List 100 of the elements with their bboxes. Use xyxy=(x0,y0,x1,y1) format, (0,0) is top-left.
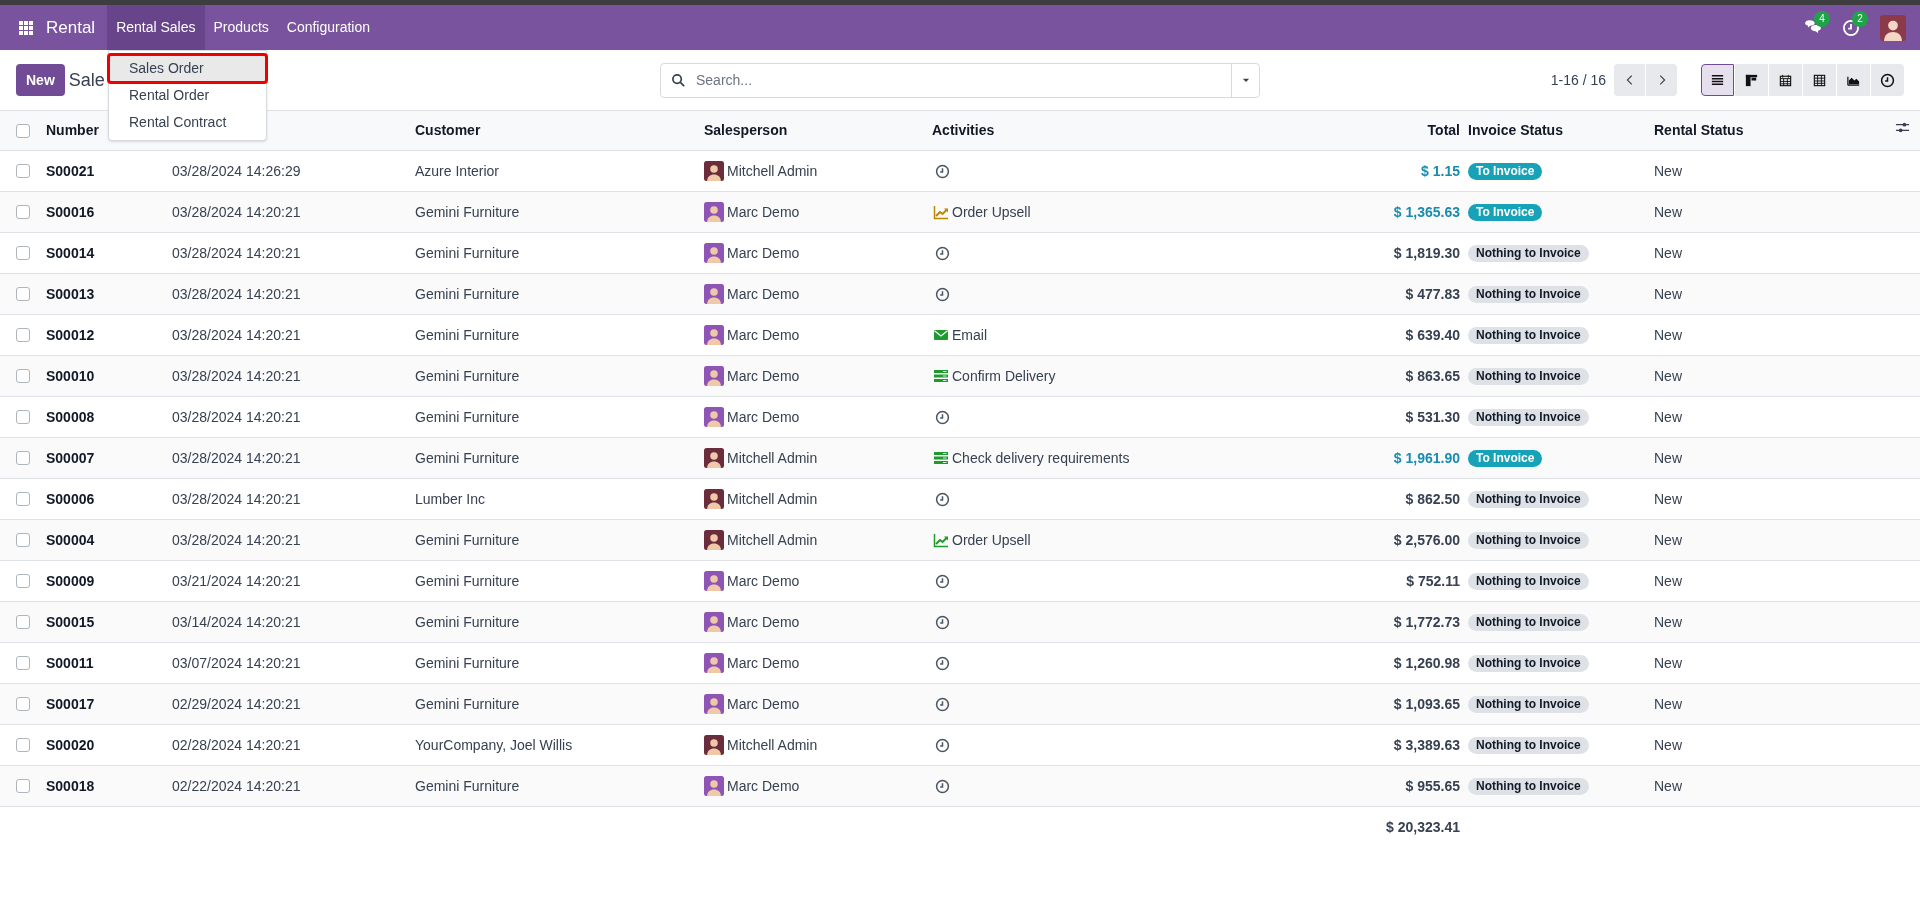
clock-icon[interactable] xyxy=(935,573,950,589)
row-checkbox[interactable] xyxy=(16,656,30,670)
clock-icon[interactable] xyxy=(935,491,950,507)
menu-item[interactable]: Configuration xyxy=(277,5,380,50)
row-checkbox[interactable] xyxy=(16,615,30,629)
activity-label[interactable]: Confirm Delivery xyxy=(952,365,1056,387)
view-switch-button[interactable] xyxy=(1769,64,1802,96)
settings-sliders-icon[interactable] xyxy=(1895,120,1910,135)
column-header[interactable]: Customer xyxy=(415,120,704,141)
user-avatar[interactable] xyxy=(1880,14,1906,41)
table-cell-text: Azure Interior xyxy=(415,161,501,181)
row-checkbox[interactable] xyxy=(16,369,30,383)
clock-icon[interactable] xyxy=(935,614,950,630)
status-badge: Nothing to Invoice xyxy=(1468,531,1589,549)
table-cell-text: Gemini Furniture xyxy=(415,776,521,796)
table-cell-text: $ 1,260.98 xyxy=(1393,653,1460,673)
activity-label[interactable]: Email xyxy=(952,324,987,346)
table-cell-text: S00008 xyxy=(46,407,96,427)
view-switch-button[interactable] xyxy=(1803,64,1836,96)
row-checkbox[interactable] xyxy=(16,164,30,178)
column-header[interactable]: Total xyxy=(1427,120,1460,141)
app-name[interactable]: Rental xyxy=(46,14,96,41)
breadcrumb[interactable]: Sale xyxy=(68,66,105,94)
stacked-bars-icon[interactable] xyxy=(932,368,950,384)
table-cell-text: YourCompany, Joel Willis xyxy=(415,735,574,755)
row-checkbox[interactable] xyxy=(16,246,30,260)
row-checkbox[interactable] xyxy=(16,451,30,465)
row-checkbox[interactable] xyxy=(16,533,30,547)
row-checkbox[interactable] xyxy=(16,205,30,219)
clock-icon[interactable] xyxy=(935,696,950,712)
row-checkbox[interactable] xyxy=(16,492,30,506)
table-cell-text: S00012 xyxy=(46,325,96,345)
row-checkbox[interactable] xyxy=(16,574,30,588)
clock-icon xyxy=(1880,72,1895,88)
view-switch-button[interactable] xyxy=(1837,64,1870,96)
table-cell-text: Gemini Furniture xyxy=(415,571,521,591)
menu-item[interactable]: Rental Sales xyxy=(107,5,205,50)
status-badge: To Invoice xyxy=(1468,162,1543,180)
row-checkbox[interactable] xyxy=(16,287,30,301)
column-header[interactable]: Activities xyxy=(932,120,1206,141)
menu-item[interactable]: Rental Contract xyxy=(109,109,266,136)
menu-item[interactable]: Sales Order xyxy=(109,55,266,82)
new-button[interactable]: New xyxy=(16,64,65,96)
table-cell-text: Mitchell Admin xyxy=(727,161,818,181)
table-cell-text: S00011 xyxy=(46,653,95,673)
view-switch-button[interactable] xyxy=(1701,64,1734,96)
status-badge: To Invoice xyxy=(1468,203,1543,221)
table-cell-text: S00007 xyxy=(46,448,96,468)
trend-chart-icon[interactable] xyxy=(932,204,950,220)
table-cell-text: Marc Demo xyxy=(727,407,800,427)
table-cell-text: New xyxy=(1654,489,1683,509)
clock-icon[interactable] xyxy=(935,245,950,261)
select-all-checkbox[interactable] xyxy=(16,123,30,138)
table-cell-text: 03/28/2024 14:20:21 xyxy=(172,366,302,386)
table-cell-text: Gemini Furniture xyxy=(415,530,521,550)
clock-icon[interactable] xyxy=(935,655,950,671)
grand-total: $ 20,323.41 xyxy=(1386,817,1460,837)
table-cell-text: 03/28/2024 14:20:21 xyxy=(172,530,302,550)
status-badge: Nothing to Invoice xyxy=(1468,613,1589,631)
row-checkbox[interactable] xyxy=(16,738,30,752)
search-field[interactable]: Search... xyxy=(660,62,1260,98)
activity-label[interactable]: Order Upsell xyxy=(952,201,1031,223)
trend-chart-icon[interactable] xyxy=(932,532,950,548)
view-switch-button[interactable] xyxy=(1735,64,1768,96)
clock-icon[interactable] xyxy=(935,163,950,179)
clock-icon[interactable] xyxy=(935,778,950,794)
table-cell-text: S00013 xyxy=(46,284,96,304)
table-cell-text: 03/28/2024 14:20:21 xyxy=(172,489,302,509)
table-cell-text: Marc Demo xyxy=(727,776,800,796)
table-cell-text: Gemini Furniture xyxy=(415,694,521,714)
column-header[interactable]: Rental Status xyxy=(1654,120,1744,141)
clock-icon[interactable] xyxy=(935,409,950,425)
activity-label[interactable]: Order Upsell xyxy=(952,529,1031,551)
row-checkbox[interactable] xyxy=(16,779,30,793)
table-cell-text: Marc Demo xyxy=(727,243,800,263)
row-checkbox[interactable] xyxy=(16,697,30,711)
stacked-bars-icon[interactable] xyxy=(932,450,950,466)
table-cell-text: S00009 xyxy=(46,571,96,591)
column-header[interactable]: Salesperson xyxy=(704,120,932,141)
table-cell-text: 02/29/2024 14:20:21 xyxy=(172,694,302,714)
view-switch-button[interactable] xyxy=(1871,64,1904,96)
clock-icon[interactable] xyxy=(935,737,950,753)
table-cell-text: $ 862.50 xyxy=(1405,489,1460,509)
row-checkbox[interactable] xyxy=(16,410,30,424)
row-checkbox[interactable] xyxy=(16,328,30,342)
table-cell-text: $ 477.83 xyxy=(1405,284,1460,304)
menu-item[interactable]: Rental Order xyxy=(109,82,266,109)
column-header[interactable]: Invoice Status xyxy=(1468,120,1654,141)
table-cell-text: 03/28/2024 14:26:29 xyxy=(172,161,302,181)
search-input[interactable]: Search... xyxy=(696,63,1231,97)
table-cell-text: Gemini Furniture xyxy=(415,325,521,345)
table-cell-text: New xyxy=(1654,325,1683,345)
table-cell-text: $ 1,961.90 xyxy=(1393,448,1460,468)
envelope-icon[interactable] xyxy=(932,327,950,343)
table-cell-text: Marc Demo xyxy=(727,325,800,345)
table-cell-text: New xyxy=(1654,530,1683,550)
clock-icon[interactable] xyxy=(935,286,950,302)
activity-label[interactable]: Check delivery requirements xyxy=(952,447,1130,469)
apps-menu-icon[interactable] xyxy=(18,19,34,36)
menu-item[interactable]: Products xyxy=(204,5,278,50)
